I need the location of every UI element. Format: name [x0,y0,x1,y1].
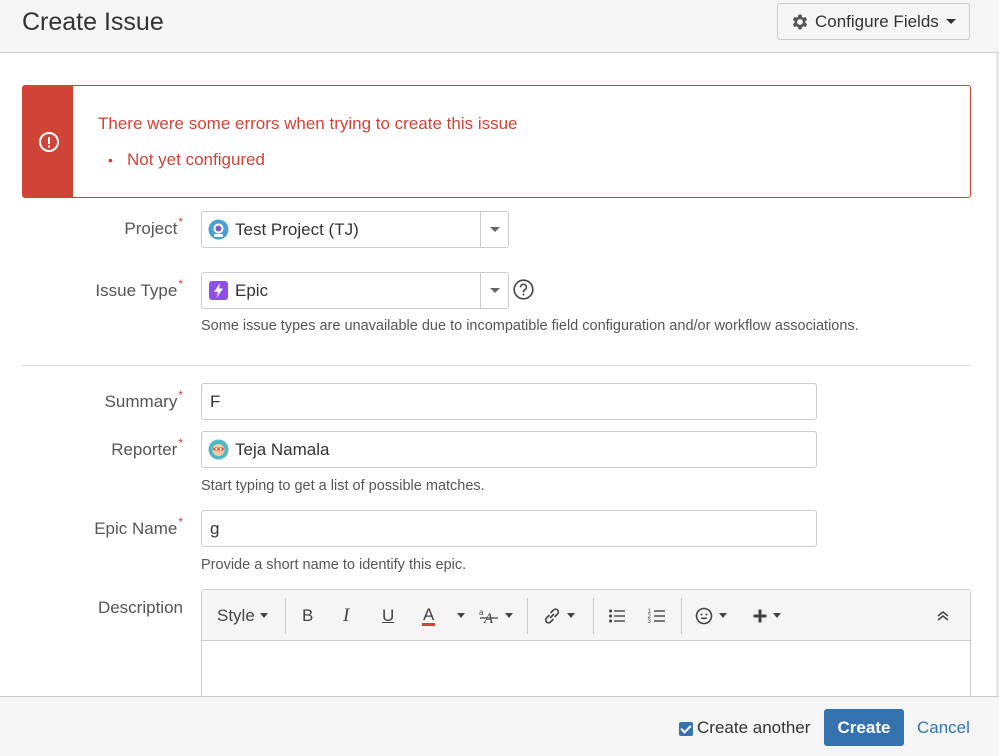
gear-icon [792,14,808,29]
issue-type-select[interactable]: Epic [201,272,509,309]
text-effects-button[interactable]: a A [478,590,513,641]
help-icon[interactable] [513,279,534,300]
emoticon-icon [695,607,713,624]
project-dropdown-toggle[interactable] [480,212,508,247]
cancel-button[interactable]: Cancel [917,718,970,738]
issue-type-dropdown-toggle[interactable] [480,273,508,308]
style-label: Style [217,605,255,625]
insert-more-button[interactable] [752,590,781,641]
create-button[interactable]: Create [824,709,904,746]
chevron-down-icon [567,613,575,618]
epic-name-label: Epic Name* [94,515,183,538]
error-list: Not yet configured [127,150,265,170]
epic-name-value: g [210,518,220,538]
bold-button[interactable]: B [302,590,313,641]
issue-type-hint: Some issue types are unavailable due to … [201,318,859,334]
project-label: Project* [124,215,183,238]
required-mark: * [178,388,183,402]
text-color-dropdown[interactable] [452,590,465,641]
italic-button[interactable]: I [343,590,349,641]
required-mark: * [178,215,183,229]
reporter-label: Reporter* [111,436,183,459]
error-item: Not yet configured [127,150,265,170]
reporter-hint: Start typing to get a list of possible m… [201,478,485,494]
error-text: There were some errors when trying to cr… [98,114,518,133]
bullet-list-icon [609,609,625,622]
dialog-header: Create Issue Configure Fields [0,0,999,53]
editor-toolbar: Style B I U A a A 1 2 3 [202,590,970,641]
emoticon-button[interactable] [694,590,727,641]
description-label: Description [97,598,183,617]
issue-type-value: Epic [235,280,269,300]
project-value: Test Project (TJ) [235,219,359,239]
user-avatar-icon [208,439,229,460]
toolbar-separator [681,598,682,634]
epic-name-hint: Provide a short name to identify this ep… [201,557,467,573]
plus-icon [753,609,767,622]
chevron-double-up-icon [937,610,949,621]
summary-input[interactable]: F [201,383,817,420]
link-icon [544,607,560,624]
chevron-down-icon [505,613,513,618]
project-avatar-icon [208,219,229,240]
divider [22,365,971,366]
bullet-list-button[interactable] [607,590,627,641]
chevron-down-icon [945,19,956,24]
chevron-down-icon [457,613,465,618]
error-message: There were some errors when trying to cr… [22,85,971,198]
configure-fields-label: Configure Fields [815,11,939,31]
toolbar-separator [285,598,286,634]
error-bar [23,86,73,197]
required-mark: * [178,436,183,450]
underline-button[interactable]: U [382,590,394,641]
text-effects-icon: a A [479,608,498,626]
numbered-list-icon: 1 2 3 [648,609,665,625]
link-button[interactable] [542,590,575,641]
summary-label: Summary* [104,388,183,411]
reporter-value: Teja Namala [235,439,330,459]
summary-value: F [210,391,221,411]
collapse-toolbar-button[interactable] [936,590,950,641]
required-mark: * [178,277,183,291]
configure-fields-button[interactable]: Configure Fields [777,3,970,40]
chevron-down-icon [773,613,781,618]
create-another-label[interactable]: Create another [697,718,810,738]
epic-name-input[interactable]: g [201,510,817,547]
dialog-title: Create Issue [22,8,164,36]
issue-type-label: Issue Type* [95,277,183,300]
reporter-input[interactable]: Teja Namala [201,431,817,468]
text-color-button[interactable]: A [422,590,436,641]
required-mark: * [178,515,183,529]
style-dropdown[interactable]: Style [217,590,268,641]
chevron-down-icon [259,613,268,618]
svg-text:3: 3 [648,619,652,625]
chevron-down-icon [719,613,727,618]
numbered-list-button[interactable]: 1 2 3 [647,590,667,641]
toolbar-separator [593,598,594,634]
description-editor[interactable]: Style B I U A a A 1 2 3 [201,589,971,699]
toolbar-separator [527,598,528,634]
error-icon [39,132,59,152]
create-another-checkbox[interactable] [679,722,693,736]
epic-icon [209,281,228,300]
project-select[interactable]: Test Project (TJ) [201,211,509,248]
